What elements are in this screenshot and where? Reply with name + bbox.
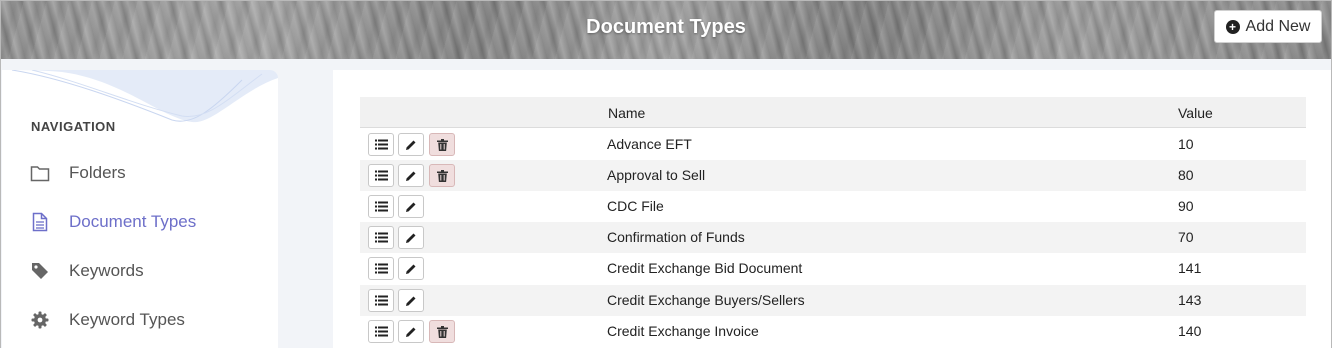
edit-button[interactable] — [398, 289, 424, 312]
list-icon — [374, 170, 388, 181]
table-row: CDC File 90 — [360, 191, 1306, 222]
navigation-heading: NAVIGATION — [31, 119, 116, 134]
delete-button[interactable] — [429, 320, 455, 343]
pencil-icon — [406, 264, 416, 274]
list-icon — [374, 326, 388, 337]
page-header: Document Types + Add New — [1, 1, 1331, 59]
sidebar-item-folders[interactable]: Folders — [2, 153, 278, 193]
row-value: 80 — [1178, 167, 1194, 183]
pencil-icon — [406, 296, 416, 306]
row-name: Confirmation of Funds — [607, 229, 745, 245]
sidebar-item-label: Folders — [69, 163, 126, 182]
document-icon — [30, 212, 50, 232]
add-new-label: Add New — [1245, 17, 1311, 35]
trash-icon — [436, 169, 448, 182]
pencil-icon — [406, 327, 416, 337]
table-header: Name Value — [360, 97, 1306, 128]
row-value: 140 — [1178, 323, 1202, 339]
sidebar-item-label: Document Types — [69, 212, 197, 231]
view-list-button[interactable] — [368, 320, 394, 343]
row-name: Credit Exchange Invoice — [607, 323, 759, 339]
row-name: CDC File — [607, 198, 664, 214]
page-title: Document Types — [586, 16, 746, 38]
list-icon — [374, 201, 388, 212]
column-header-name[interactable]: Name — [608, 105, 645, 121]
row-value: 141 — [1178, 260, 1202, 276]
list-icon — [374, 295, 388, 306]
list-icon — [374, 232, 388, 243]
edit-button[interactable] — [398, 257, 424, 280]
list-icon — [374, 263, 388, 274]
sidebar: NAVIGATION Folders Document Types Keywor… — [2, 70, 278, 348]
view-list-button[interactable] — [368, 257, 394, 280]
table-row: Credit Exchange Buyers/Sellers 143 — [360, 285, 1306, 316]
row-name: Credit Exchange Buyers/Sellers — [607, 292, 805, 308]
view-list-button[interactable] — [368, 164, 394, 187]
row-value: 70 — [1178, 229, 1194, 245]
row-name: Advance EFT — [607, 136, 692, 152]
sidebar-item-keyword-types[interactable]: Keyword Types — [2, 300, 278, 340]
table-row: Advance EFT 10 — [360, 129, 1306, 160]
row-value: 143 — [1178, 292, 1202, 308]
edit-button[interactable] — [398, 195, 424, 218]
sidebar-item-document-types[interactable]: Document Types — [2, 202, 278, 242]
gear-icon — [30, 310, 50, 330]
edit-button[interactable] — [398, 164, 424, 187]
trash-icon — [436, 325, 448, 338]
pencil-icon — [406, 171, 416, 181]
view-list-button[interactable] — [368, 133, 394, 156]
list-icon — [374, 139, 388, 150]
row-name: Approval to Sell — [607, 167, 706, 183]
pencil-icon — [406, 140, 416, 150]
view-list-button[interactable] — [368, 226, 394, 249]
edit-button[interactable] — [398, 226, 424, 249]
plus-circle-icon: + — [1225, 19, 1240, 34]
view-list-button[interactable] — [368, 195, 394, 218]
edit-button[interactable] — [398, 320, 424, 343]
pencil-icon — [406, 233, 416, 243]
table-row: Confirmation of Funds 70 — [360, 222, 1306, 253]
pencil-icon — [406, 202, 416, 212]
edit-button[interactable] — [398, 133, 424, 156]
folder-icon — [30, 163, 50, 183]
table-row: Credit Exchange Invoice 140 — [360, 316, 1306, 347]
table-row: Approval to Sell 80 — [360, 160, 1306, 191]
sidebar-item-keywords[interactable]: Keywords — [2, 251, 278, 291]
delete-button[interactable] — [429, 133, 455, 156]
sidebar-item-label: Keywords — [69, 261, 144, 280]
row-value: 90 — [1178, 198, 1194, 214]
row-value: 10 — [1178, 136, 1194, 152]
tag-icon — [30, 261, 50, 281]
delete-button[interactable] — [429, 164, 455, 187]
column-header-value[interactable]: Value — [1178, 105, 1213, 121]
table-row: Credit Exchange Bid Document 141 — [360, 253, 1306, 284]
sidebar-item-label: Keyword Types — [69, 310, 185, 329]
trash-icon — [436, 138, 448, 151]
row-name: Credit Exchange Bid Document — [607, 260, 803, 276]
view-list-button[interactable] — [368, 289, 394, 312]
add-new-button[interactable]: + Add New — [1214, 10, 1322, 43]
